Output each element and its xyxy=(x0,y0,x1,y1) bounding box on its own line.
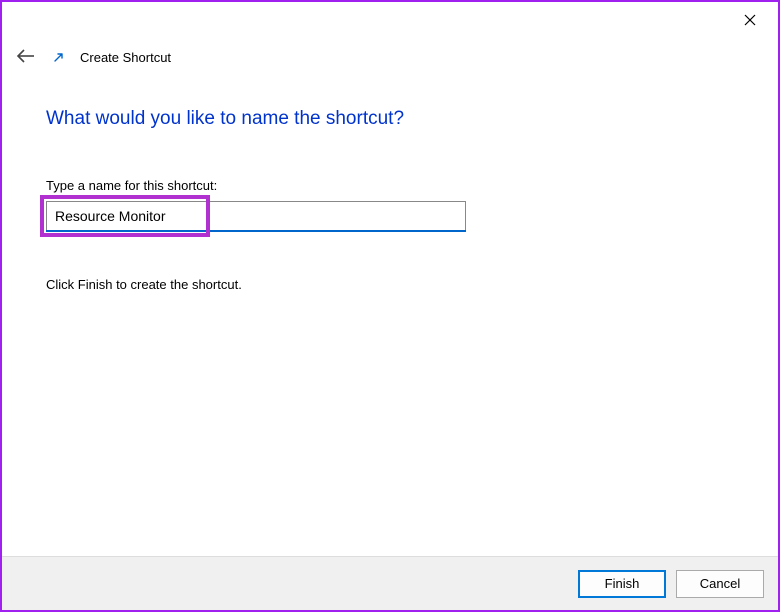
instruction-text: Click Finish to create the shortcut. xyxy=(46,277,734,292)
wizard-header: Create Shortcut xyxy=(16,48,171,66)
cancel-button[interactable]: Cancel xyxy=(676,570,764,598)
wizard-footer: Finish Cancel xyxy=(2,556,778,610)
close-button[interactable] xyxy=(736,10,764,34)
shortcut-icon xyxy=(52,50,66,64)
finish-button[interactable]: Finish xyxy=(578,570,666,598)
shortcut-name-input[interactable] xyxy=(46,201,466,231)
wizard-title: Create Shortcut xyxy=(80,50,171,65)
name-prompt-label: Type a name for this shortcut: xyxy=(46,178,734,193)
page-heading: What would you like to name the shortcut… xyxy=(46,108,734,130)
back-arrow-icon[interactable] xyxy=(16,48,36,66)
input-focus-underline xyxy=(46,230,466,232)
